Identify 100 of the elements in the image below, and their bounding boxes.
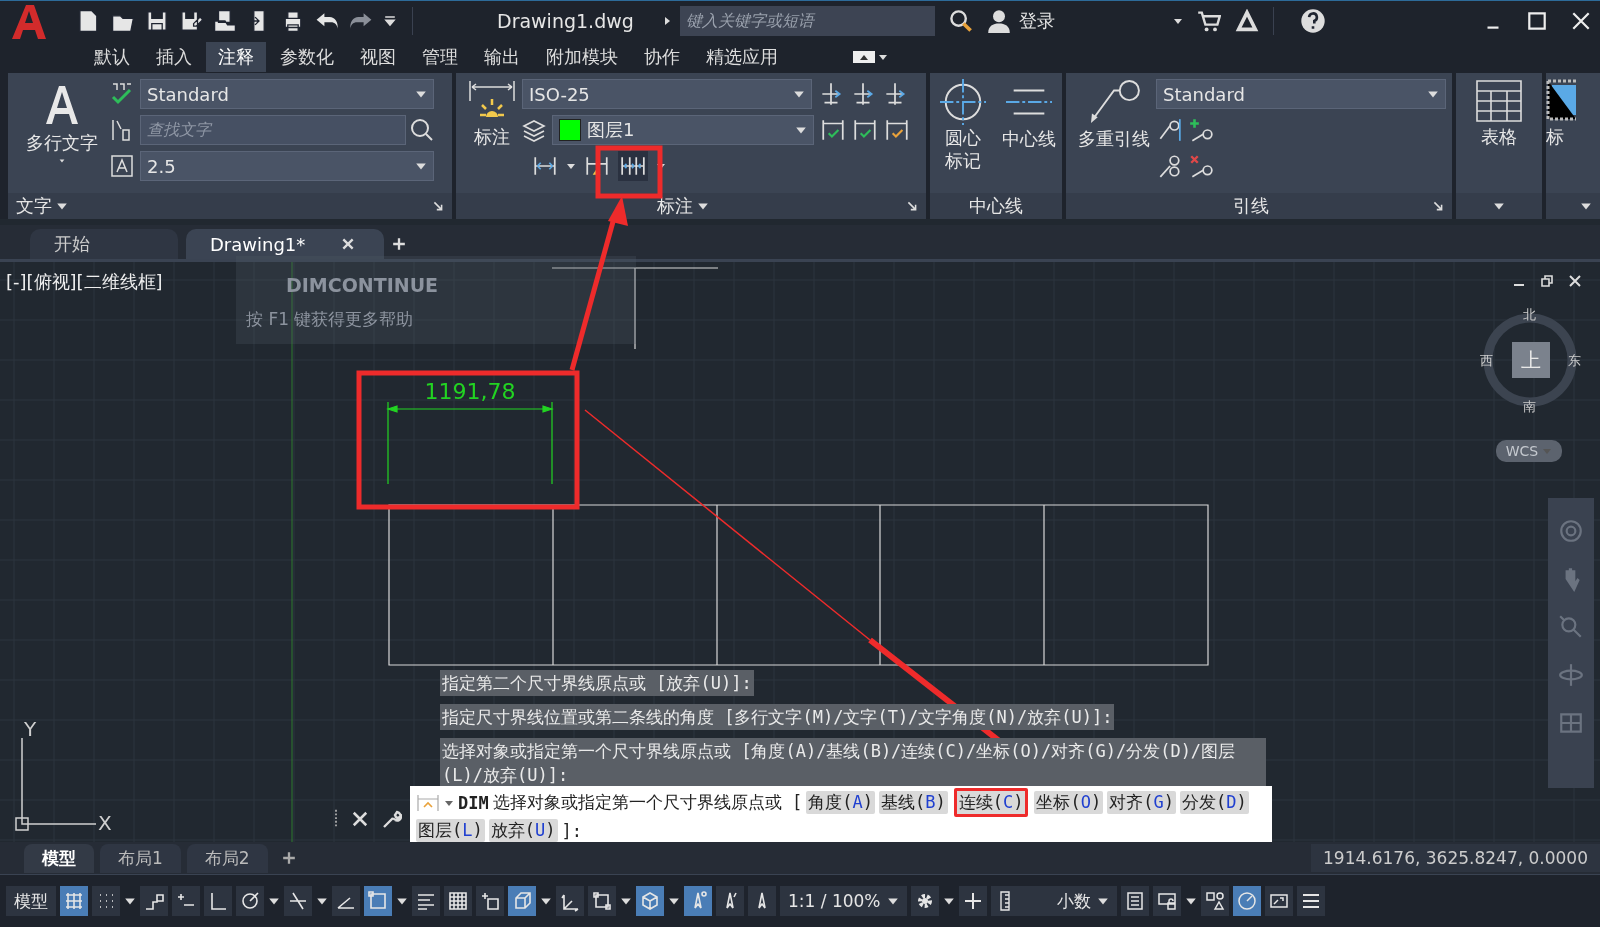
ribbon-tab[interactable]: 附加模块 — [534, 42, 630, 72]
spell-check-icon[interactable] — [110, 82, 134, 106]
dialog-launcher-icon[interactable] — [906, 200, 918, 212]
compass-west[interactable]: 西 — [1480, 352, 1493, 370]
search-icon[interactable] — [410, 118, 434, 142]
dialog-launcher-icon[interactable] — [1432, 200, 1444, 212]
sign-in-link[interactable]: 登录 — [1018, 9, 1055, 33]
dim-style-dropdown[interactable]: ISO-25 — [522, 79, 812, 109]
panel-title[interactable]: 引线 — [1233, 194, 1269, 218]
dialog-launcher-icon[interactable] — [432, 200, 444, 212]
panel-title[interactable]: 文字 — [16, 194, 52, 218]
panel-toggle-icon[interactable] — [852, 49, 888, 65]
text-style-dropdown[interactable]: Standard — [140, 79, 434, 109]
layout-tab[interactable]: 模型 — [24, 843, 94, 873]
help-icon[interactable] — [1299, 8, 1326, 34]
layers-icon[interactable] — [522, 118, 546, 142]
command-option[interactable]: 基线(B) — [878, 791, 948, 814]
viewport-controls-label[interactable]: [-][俯视][二维线框] — [6, 270, 163, 294]
grid-toggle-icon[interactable] — [60, 886, 88, 916]
filter-toggle-icon[interactable] — [588, 886, 616, 916]
network-icon[interactable] — [1234, 9, 1259, 33]
layer-dropdown[interactable]: 图层1 — [552, 115, 814, 145]
command-option[interactable]: 坐标(O) — [1034, 791, 1104, 814]
dimension-tool-icon[interactable] — [820, 117, 846, 143]
otrack-toggle-icon[interactable] — [284, 886, 312, 916]
annotation-scale-dropdown[interactable]: 1:1 / 100% — [780, 886, 907, 916]
polar-toggle-icon[interactable] — [236, 886, 264, 916]
continue-dimension-icon[interactable] — [618, 151, 648, 181]
command-option[interactable]: 放弃(U) — [488, 819, 558, 842]
ribbon-tab[interactable]: 精选应用 — [694, 42, 790, 72]
file-tab[interactable]: Drawing1* — [186, 229, 384, 259]
command-option[interactable]: 连续(C) — [953, 788, 1029, 817]
cart-icon[interactable] — [1196, 9, 1221, 33]
ribbon-tab[interactable]: 协作 — [632, 42, 692, 72]
quick-access-icon[interactable] — [212, 8, 238, 34]
ortho-toggle-icon[interactable] — [204, 886, 232, 916]
leader-style-dropdown[interactable]: Standard — [1156, 79, 1446, 109]
command-option[interactable]: 图层(L) — [416, 819, 485, 842]
dimension-button[interactable]: 标注 — [462, 79, 522, 193]
properties-icon[interactable] — [1120, 886, 1149, 916]
dyn-toggle-icon[interactable] — [172, 886, 200, 916]
center-mark-button[interactable]: 圆心标记 — [932, 79, 994, 193]
multileader-button[interactable]: 多重引线 — [1072, 79, 1156, 193]
angle-toggle-icon[interactable] — [332, 886, 360, 916]
transparency-toggle-icon[interactable] — [444, 886, 472, 916]
ribbon-tab[interactable]: 插入 — [144, 42, 204, 72]
command-option[interactable]: 对齐(G) — [1107, 791, 1176, 814]
close-tab-icon[interactable] — [341, 237, 356, 251]
ducs-toggle-icon[interactable] — [556, 886, 584, 916]
centerline-button[interactable]: 中心线 — [998, 79, 1060, 193]
infer-toggle-icon[interactable] — [140, 886, 168, 916]
dimension-tool-icon[interactable] — [852, 117, 878, 143]
autoscale-toggle-icon[interactable] — [716, 886, 744, 916]
multiline-text-button[interactable]: 多行文字 — [14, 79, 110, 193]
compass-north[interactable]: 北 — [1523, 306, 1536, 324]
command-option[interactable]: 分发(D) — [1179, 791, 1249, 814]
annovis-toggle-icon[interactable] — [684, 886, 712, 916]
ribbon-tab[interactable]: 默认 — [82, 42, 142, 72]
user-icon[interactable] — [986, 9, 1011, 33]
search-icon[interactable] — [948, 9, 973, 33]
compass-south[interactable]: 南 — [1523, 398, 1536, 416]
panel-title[interactable]: 标注 — [657, 194, 693, 218]
model-space-button[interactable]: 模型 — [6, 886, 56, 916]
text-height-dropdown[interactable]: 2.5 — [140, 151, 434, 181]
wrench-icon[interactable] — [382, 808, 402, 830]
text-height-icon[interactable] — [110, 154, 134, 178]
file-tab[interactable]: 开始 — [30, 229, 178, 259]
ribbon-tab[interactable]: 视图 — [348, 42, 408, 72]
cycle-toggle-icon[interactable] — [476, 886, 504, 916]
osnap-toggle-icon[interactable] — [364, 886, 392, 916]
ribbon-tab[interactable]: 参数化 — [268, 42, 346, 72]
gizmo-toggle-icon[interactable] — [636, 886, 664, 916]
snap-toggle-icon[interactable] — [92, 886, 120, 916]
plus-icon[interactable] — [958, 886, 987, 916]
annoscale-toggle-icon[interactable] — [748, 886, 776, 916]
add-tab-icon[interactable] — [392, 237, 406, 251]
restore-icon[interactable] — [1540, 274, 1554, 288]
lock-icon[interactable] — [1152, 886, 1181, 916]
search-field[interactable]: 键入关键字或短语 — [679, 6, 935, 36]
ucs-menu[interactable]: WCS — [1496, 440, 1562, 462]
ribbon-tab[interactable]: 输出 — [472, 42, 532, 72]
layout-tab[interactable]: 布局2 — [186, 843, 268, 873]
ribbon-tab[interactable]: 注释 — [206, 42, 266, 72]
compass-east[interactable]: 东 — [1568, 352, 1581, 370]
add-leader-icon[interactable] — [1188, 117, 1214, 143]
caret-icon[interactable] — [566, 161, 576, 171]
layout-tab[interactable]: 布局1 — [100, 843, 181, 873]
find-text-field[interactable]: 查找文字 — [140, 115, 406, 145]
add-layout-icon[interactable] — [281, 851, 296, 865]
menu-icon[interactable] — [1296, 886, 1325, 916]
lineweight-toggle-icon[interactable] — [412, 886, 440, 916]
caret-icon[interactable] — [1172, 16, 1183, 26]
units-dropdown[interactable]: 小数 — [990, 886, 1117, 916]
ribbon-tab[interactable]: 管理 — [410, 42, 470, 72]
maximize-icon[interactable] — [1526, 10, 1548, 32]
settings-icon[interactable] — [910, 886, 939, 916]
close-icon[interactable] — [1568, 274, 1582, 288]
fullscreen-icon[interactable] — [1264, 886, 1293, 916]
isolate-icon[interactable] — [1200, 886, 1229, 916]
dimension-tool-icon[interactable] — [884, 117, 910, 143]
